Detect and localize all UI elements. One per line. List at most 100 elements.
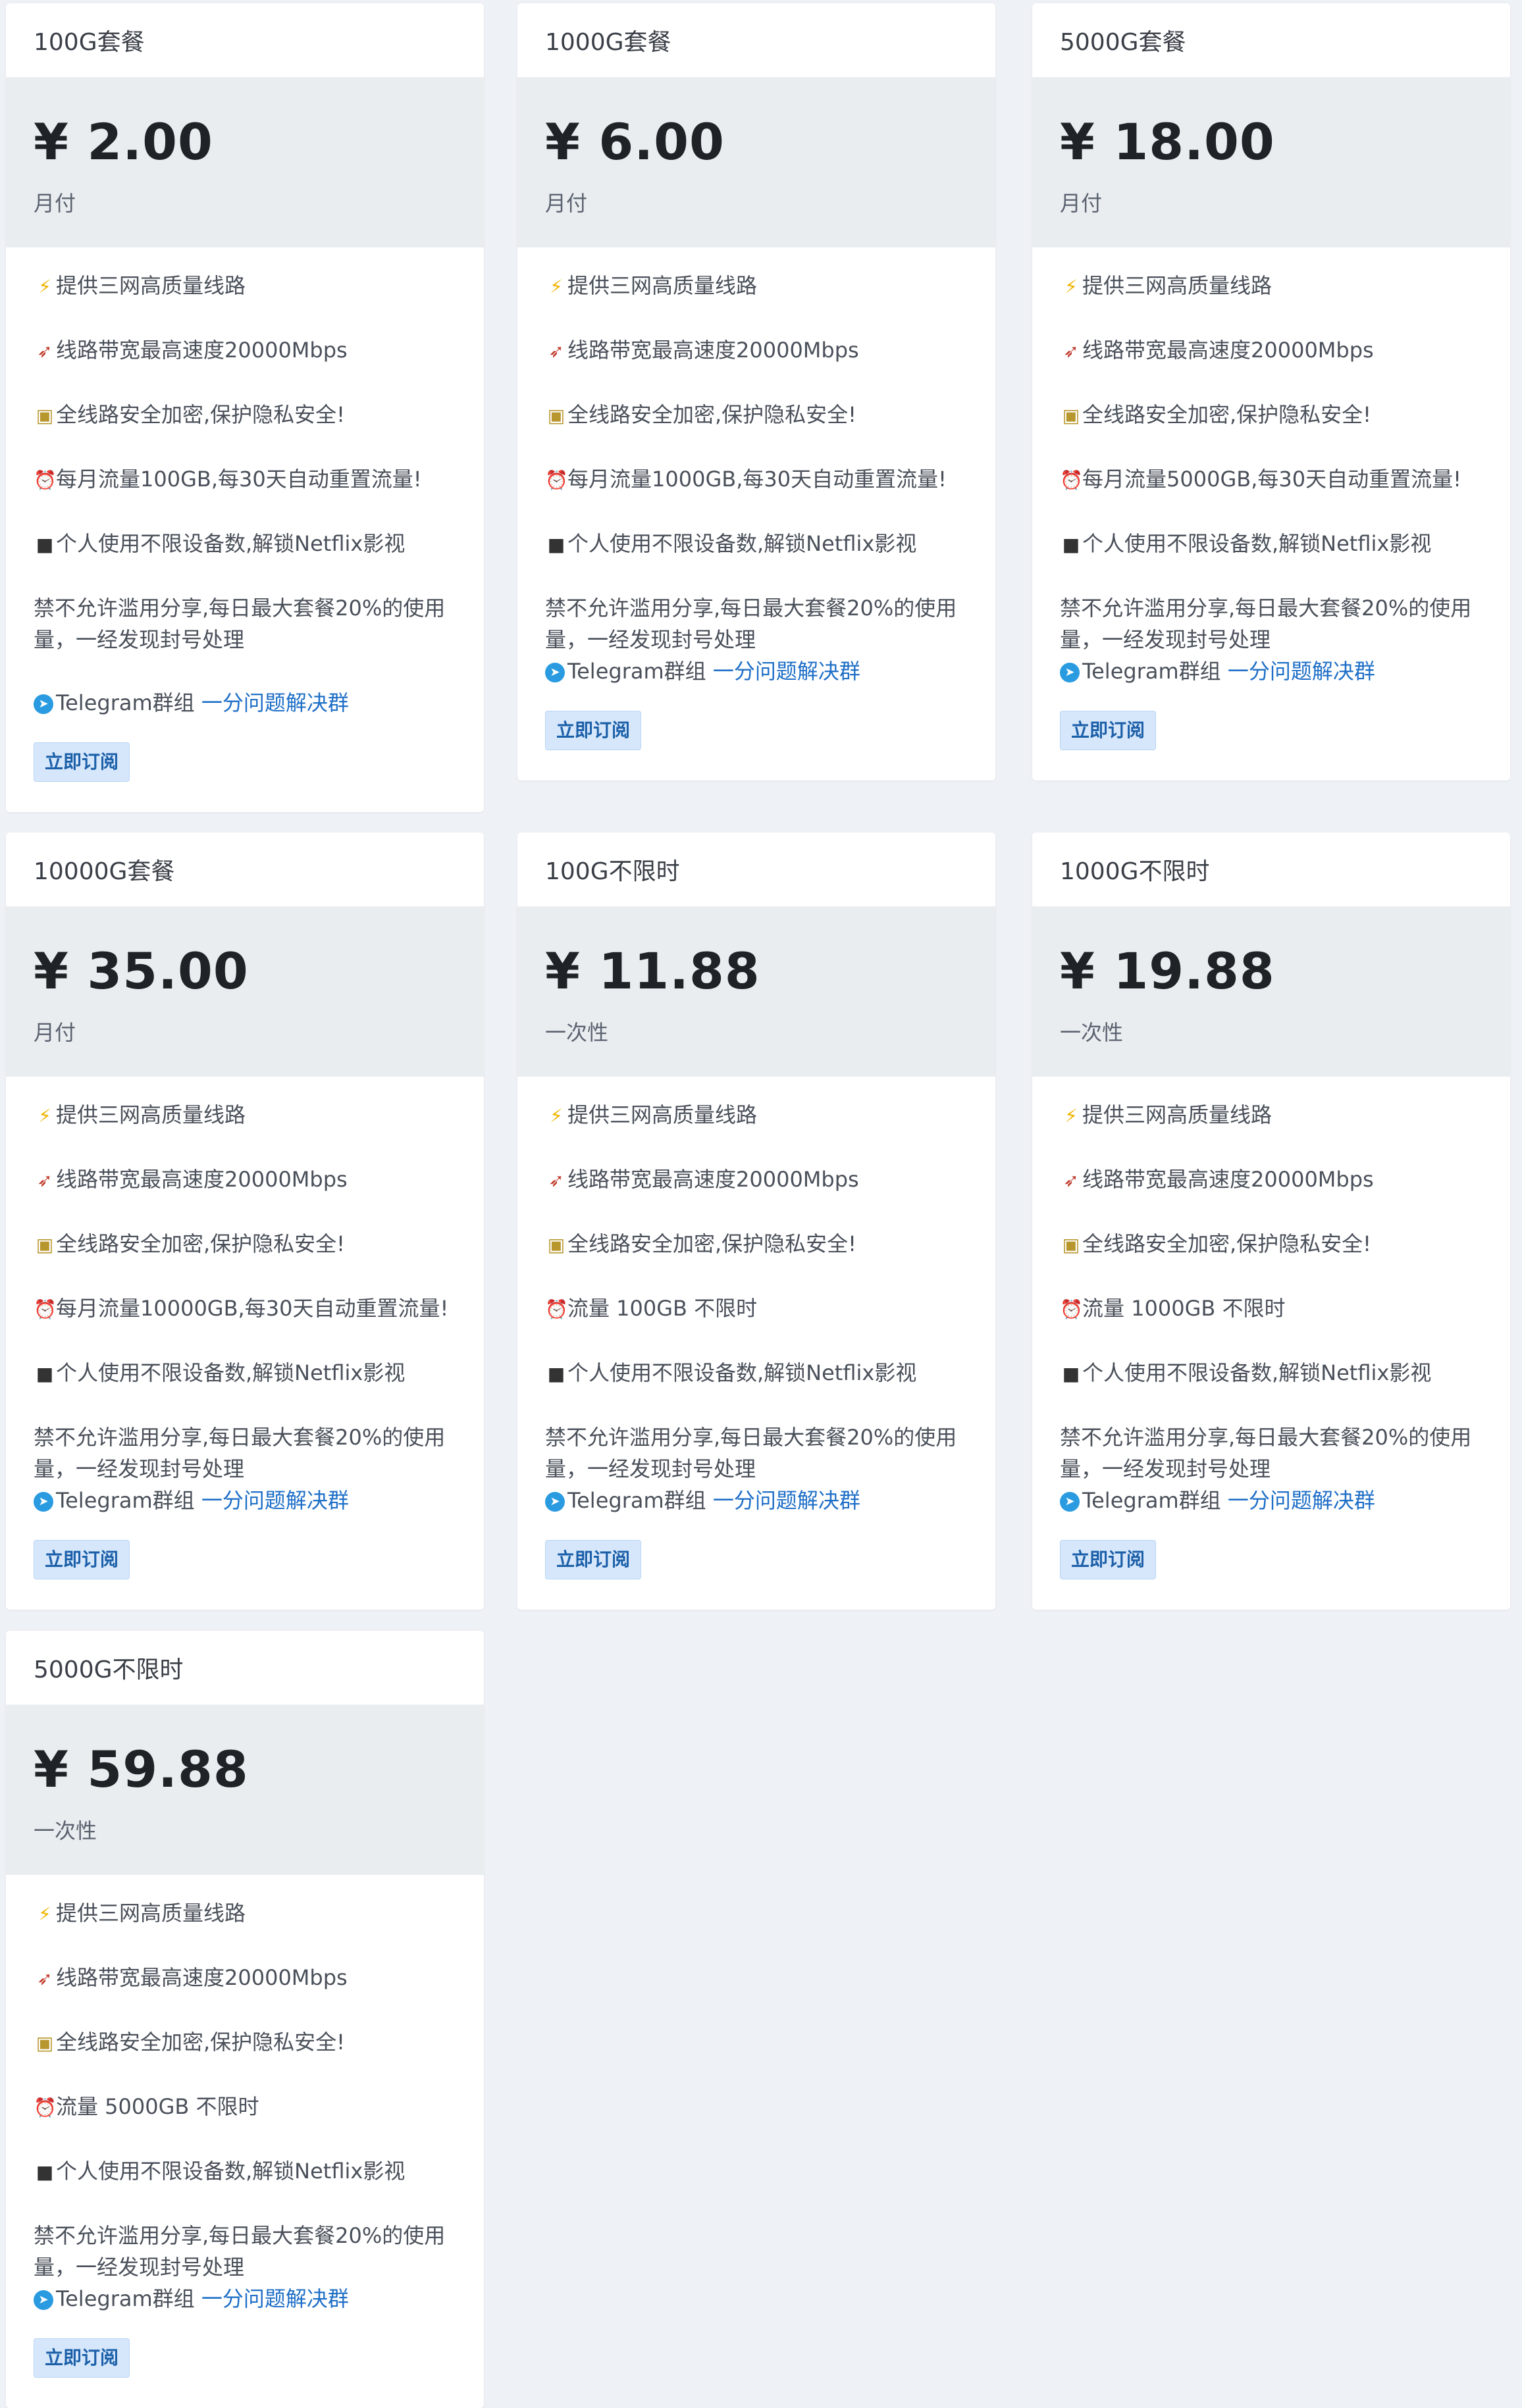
plan-price: ¥ 59.88 xyxy=(34,1740,249,1799)
video-camera-icon: ■ xyxy=(1062,534,1080,555)
feature-item: ➶ 线路带宽最高速度20000Mbps xyxy=(1060,334,1483,367)
plan-price: ¥ 35.00 xyxy=(34,942,249,1000)
subscribe-button[interactable]: 立即订阅 xyxy=(34,1540,130,1579)
subscribe-button[interactable]: 立即订阅 xyxy=(1060,711,1157,750)
lock-icon: ▣ xyxy=(36,405,54,426)
subscribe-button[interactable]: 立即订阅 xyxy=(1060,1540,1157,1579)
feature-item: ➶ 线路带宽最高速度20000Mbps xyxy=(545,334,968,367)
plan-name: 1000G不限时 xyxy=(1032,833,1510,907)
subscribe-button[interactable]: 立即订阅 xyxy=(545,1540,642,1579)
telegram-row: ➤ Telegram群组 一分问题解决群 xyxy=(1060,1485,1483,1516)
telegram-label: Telegram群组 xyxy=(56,2286,195,2311)
feature-item: ▣ 全线路安全加密,保护隐私安全! xyxy=(34,2026,456,2059)
plan-name: 100G套餐 xyxy=(6,3,484,78)
video-camera-icon: ■ xyxy=(36,1363,54,1385)
feature-item: 禁不允许滥用分享,每日最大套餐20%的使用量，一经发现封号处理 xyxy=(545,596,957,652)
rocket-icon: ➶ xyxy=(37,1169,53,1191)
feature-item: ■ 个人使用不限设备数,解锁Netflix影视 xyxy=(1060,528,1483,561)
telegram-group-link[interactable]: 一分问题解决群 xyxy=(201,1488,349,1513)
plan-name: 1000G套餐 xyxy=(517,3,995,78)
billing-period: 月付 xyxy=(1060,191,1103,216)
billing-period: 月付 xyxy=(545,191,588,216)
rocket-icon: ➶ xyxy=(37,340,53,362)
feature-item: ■ 个人使用不限设备数,解锁Netflix影视 xyxy=(34,1357,456,1390)
feature-item: ▣ 全线路安全加密,保护隐私安全! xyxy=(545,1228,968,1261)
plan-name: 10000G套餐 xyxy=(6,833,484,907)
plan-card: 10000G套餐 ¥ 35.00 月付 ⚡ 提供三网高质量线路 ➶ 线路带宽最高速度… xyxy=(6,833,484,1610)
plan-card: 5000G套餐 ¥ 18.00 月付 ⚡ 提供三网高质量线路 ➶ 线路带宽最高速度2… xyxy=(1032,3,1510,781)
feature-item: ▣ 全线路安全加密,保护隐私安全! xyxy=(545,399,968,432)
feature-item: ■ 个人使用不限设备数,解锁Netflix影视 xyxy=(1060,1357,1483,1390)
feature-item: ⚡ 提供三网高质量线路 xyxy=(34,270,456,303)
alarm-clock-icon: ⏰ xyxy=(1060,469,1083,491)
feature-list: ⚡ 提供三网高质量线路 ➶ 线路带宽最高速度20000Mbps ▣ 全线路安全加密,保… xyxy=(517,1077,995,1610)
telegram-row: ➤ Telegram群组 一分问题解决群 xyxy=(1060,655,1483,687)
telegram-group-link[interactable]: 一分问题解决群 xyxy=(1228,659,1375,684)
feature-item: ■ 个人使用不限设备数,解锁Netflix影视 xyxy=(545,1357,968,1390)
feature-item: ➶ 线路带宽最高速度20000Mbps xyxy=(545,1164,968,1196)
plan-card: 1000G套餐 ¥ 6.00 月付 ⚡ 提供三网高质量线路 ➶ 线路带宽最高速度20… xyxy=(517,3,995,781)
rocket-icon: ➶ xyxy=(37,1968,53,1989)
plan-name: 5000G不限时 xyxy=(6,1631,484,1705)
plan-price: ¥ 2.00 xyxy=(34,113,213,171)
lock-icon: ▣ xyxy=(1062,1234,1080,1256)
feature-list: ⚡ 提供三网高质量线路 ➶ 线路带宽最高速度20000Mbps ▣ 全线路安全加密,保… xyxy=(517,247,995,781)
telegram-label: Telegram群组 xyxy=(1082,1488,1221,1513)
subscribe-button[interactable]: 立即订阅 xyxy=(545,711,642,750)
feature-item: ➶ 线路带宽最高速度20000Mbps xyxy=(1060,1164,1483,1196)
telegram-label: Telegram群组 xyxy=(567,1488,706,1513)
plan-name: 100G不限时 xyxy=(517,833,995,907)
feature-item: ⚡ 提供三网高质量线路 xyxy=(1060,270,1483,303)
feature-item: ⏰每月流量5000GB,每30天自动重置流量! xyxy=(1060,463,1483,496)
telegram-group-link[interactable]: 一分问题解决群 xyxy=(201,2286,349,2311)
telegram-group-link[interactable]: 一分问题解决群 xyxy=(1228,1488,1375,1513)
telegram-group-link[interactable]: 一分问题解决群 xyxy=(713,1488,860,1513)
alarm-clock-icon: ⏰ xyxy=(545,469,568,491)
price-block: ¥ 18.00 月付 xyxy=(1032,78,1510,247)
alarm-clock-icon: ⏰ xyxy=(34,1298,57,1320)
plan-price: ¥ 11.88 xyxy=(545,942,760,1000)
subscribe-button[interactable]: 立即订阅 xyxy=(34,742,130,782)
feature-item: ▣ 全线路安全加密,保护隐私安全! xyxy=(34,1228,456,1261)
plan-card: 1000G不限时 ¥ 19.88 一次性 ⚡ 提供三网高质量线路 ➶ 线路带宽最高速… xyxy=(1032,833,1510,1610)
feature-list: ⚡ 提供三网高质量线路 ➶ 线路带宽最高速度20000Mbps ▣ 全线路安全加密,保… xyxy=(6,247,484,812)
telegram-row: ➤ Telegram群组 一分问题解决群 xyxy=(34,687,456,719)
rocket-icon: ➶ xyxy=(1063,340,1079,362)
video-camera-icon: ■ xyxy=(547,534,565,555)
price-block: ¥ 2.00 月付 xyxy=(6,78,484,247)
feature-item: 禁不允许滥用分享,每日最大套餐20%的使用量，一经发现封号处理 xyxy=(34,2223,446,2280)
feature-item: ▣ 全线路安全加密,保护隐私安全! xyxy=(1060,1228,1483,1261)
plan-card: 5000G不限时 ¥ 59.88 一次性 ⚡ 提供三网高质量线路 ➶ 线路带宽最高速… xyxy=(6,1631,484,2408)
billing-period: 一次性 xyxy=(545,1020,609,1045)
telegram-row: ➤ Telegram群组 一分问题解决群 xyxy=(545,1485,968,1516)
lightning-icon: ⚡ xyxy=(38,1105,51,1127)
video-camera-icon: ■ xyxy=(36,2161,54,2183)
feature-list: ⚡ 提供三网高质量线路 ➶ 线路带宽最高速度20000Mbps ▣ 全线路安全加密,保… xyxy=(1032,1077,1510,1610)
telegram-group-link[interactable]: 一分问题解决群 xyxy=(201,690,349,715)
lock-icon: ▣ xyxy=(1062,405,1080,426)
lock-icon: ▣ xyxy=(36,2032,54,2054)
feature-item: ⏰每月流量10000GB,每30天自动重置流量! xyxy=(34,1293,456,1325)
subscribe-button[interactable]: 立即订阅 xyxy=(34,2338,130,2378)
plan-price: ¥ 18.00 xyxy=(1060,113,1275,171)
billing-period: 月付 xyxy=(34,1020,76,1045)
feature-list: ⚡ 提供三网高质量线路 ➶ 线路带宽最高速度20000Mbps ▣ 全线路安全加密,保… xyxy=(1032,247,1510,781)
alarm-clock-icon: ⏰ xyxy=(34,469,57,491)
rocket-icon: ➶ xyxy=(548,340,564,362)
plan-name: 5000G套餐 xyxy=(1032,3,1510,78)
feature-item: ⏰流量 1000GB 不限时 xyxy=(1060,1293,1483,1325)
feature-item: ⚡ 提供三网高质量线路 xyxy=(34,1897,456,1930)
feature-item: ⚡ 提供三网高质量线路 xyxy=(545,270,968,303)
lock-icon: ▣ xyxy=(36,1234,54,1256)
feature-item: ⏰每月流量100GB,每30天自动重置流量! xyxy=(34,463,456,496)
plan-card: 100G不限时 ¥ 11.88 一次性 ⚡ 提供三网高质量线路 ➶ 线路带宽最高速度… xyxy=(517,833,995,1610)
feature-item: ▣ 全线路安全加密,保护隐私安全! xyxy=(34,399,456,432)
alarm-clock-icon: ⏰ xyxy=(545,1298,568,1320)
telegram-group-link[interactable]: 一分问题解决群 xyxy=(713,659,860,684)
feature-item: ■ 个人使用不限设备数,解锁Netflix影视 xyxy=(34,2155,456,2188)
feature-item: ⏰每月流量1000GB,每30天自动重置流量! xyxy=(545,463,968,496)
lock-icon: ▣ xyxy=(547,405,565,426)
feature-item: ■ 个人使用不限设备数,解锁Netflix影视 xyxy=(34,528,456,561)
alarm-clock-icon: ⏰ xyxy=(1060,1298,1083,1320)
feature-item: ⚡ 提供三网高质量线路 xyxy=(34,1099,456,1132)
